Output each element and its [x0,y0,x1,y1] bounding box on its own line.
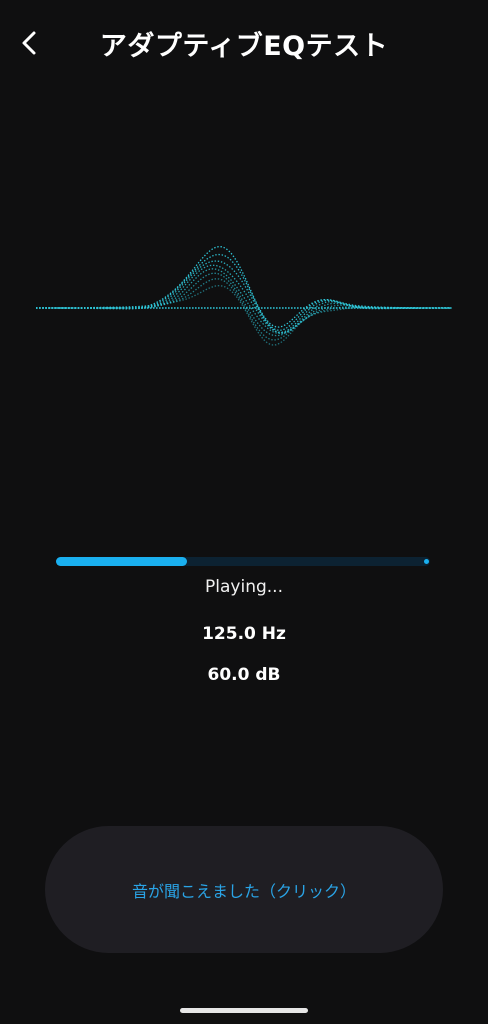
waveform-line [36,260,450,333]
playback-status: Playing... [205,577,283,597]
home-indicator[interactable] [180,1008,308,1013]
page-title: アダプティブEQテスト [99,31,389,62]
waveform-line [36,253,450,332]
waveform-line [36,245,450,328]
waveform-line [36,272,450,337]
waveform-line [36,285,451,346]
heard-sound-button[interactable]: 音が聞こえました（クリック） [45,826,443,953]
progress-fill [56,557,187,566]
sound-waveform-visualization [36,245,452,346]
waveform-line [36,278,450,341]
progress-end-dot [424,559,429,564]
waveform-line [36,264,451,334]
level-value: 60.0 dB [207,665,281,685]
frequency-value: 125.0 Hz [202,624,286,644]
header-bar: アダプティブEQテスト [0,0,488,90]
progress-track [56,557,430,566]
heard-sound-button-label: 音が聞こえました（クリック） [131,881,356,901]
